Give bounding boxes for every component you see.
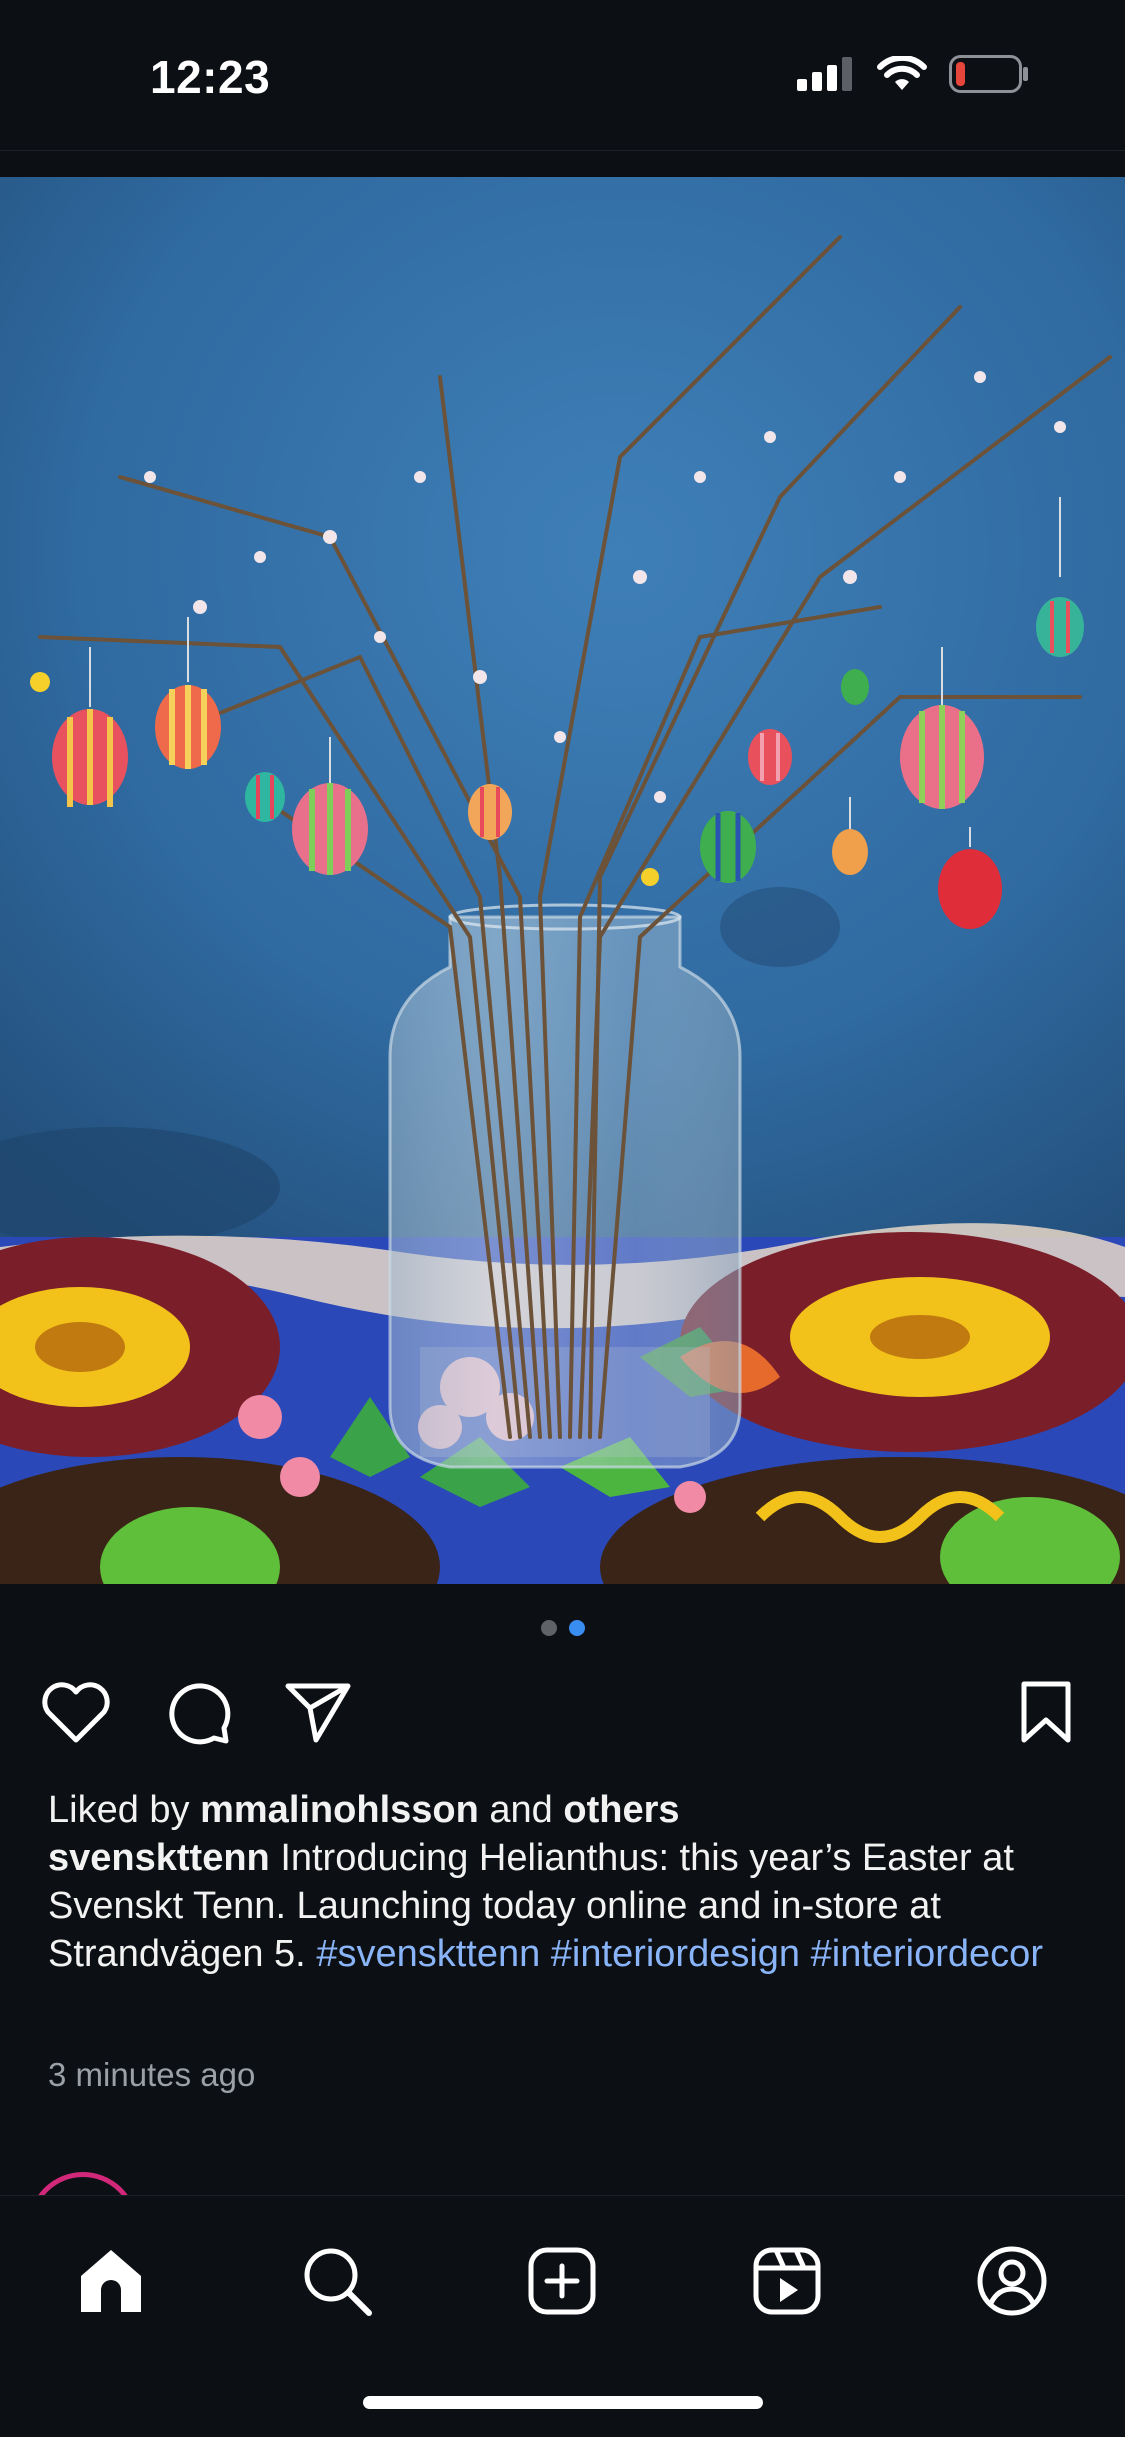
hashtag-link[interactable]: #interiordesign — [551, 1933, 800, 1975]
likes-connector: and — [489, 1789, 553, 1831]
share-button[interactable] — [282, 1678, 354, 1750]
status-bar: 12:23 — [0, 0, 1125, 151]
create-icon — [527, 2246, 597, 2321]
hashtag-link[interactable]: #interiordecor — [811, 1933, 1043, 1975]
caption-username-link[interactable]: svenskttenn — [48, 1837, 270, 1879]
carousel-indicator — [0, 1620, 1125, 1636]
likes-prefix: Liked by — [48, 1789, 190, 1831]
status-time: 12:23 — [150, 51, 271, 103]
heart-icon — [40, 1680, 112, 1749]
reels-icon — [752, 2246, 822, 2321]
comment-button[interactable] — [162, 1678, 234, 1750]
carousel-dot-active — [568, 1620, 585, 1636]
status-icons — [797, 54, 1029, 98]
battery-low-icon — [949, 54, 1029, 98]
likes-summary: Liked by mmalinohlsson and others — [48, 1786, 1088, 1834]
post-timestamp: 3 minutes ago — [48, 2056, 256, 2093]
search-icon — [301, 2245, 373, 2322]
profile-icon — [976, 2245, 1048, 2322]
liked-by-others-link[interactable]: others — [563, 1789, 679, 1831]
tab-reels[interactable] — [742, 2238, 832, 2328]
wifi-icon — [877, 54, 927, 97]
tab-profile[interactable] — [967, 2238, 1057, 2328]
tab-create[interactable] — [517, 2238, 607, 2328]
save-button[interactable] — [1010, 1678, 1082, 1750]
home-icon — [75, 2246, 147, 2321]
comment-icon — [164, 1678, 232, 1751]
tab-home[interactable] — [66, 2238, 156, 2328]
home-indicator[interactable] — [363, 2396, 763, 2409]
send-icon — [284, 1680, 352, 1749]
bookmark-icon — [1018, 1680, 1074, 1749]
cellular-signal-icon — [797, 56, 855, 96]
post-action-bar — [0, 1670, 1125, 1750]
post-photo[interactable] — [0, 177, 1125, 1584]
caption-text-block: svenskttenn Introducing Helianthus: this… — [48, 1834, 1088, 1978]
hashtag-link[interactable]: #svenskttenn — [316, 1933, 540, 1975]
like-button[interactable] — [40, 1678, 112, 1750]
liked-by-user-link[interactable]: mmalinohlsson — [200, 1789, 479, 1831]
carousel-dot — [540, 1620, 557, 1636]
post-caption-block: Liked by mmalinohlsson and others svensk… — [48, 1786, 1088, 1978]
tab-search[interactable] — [292, 2238, 382, 2328]
